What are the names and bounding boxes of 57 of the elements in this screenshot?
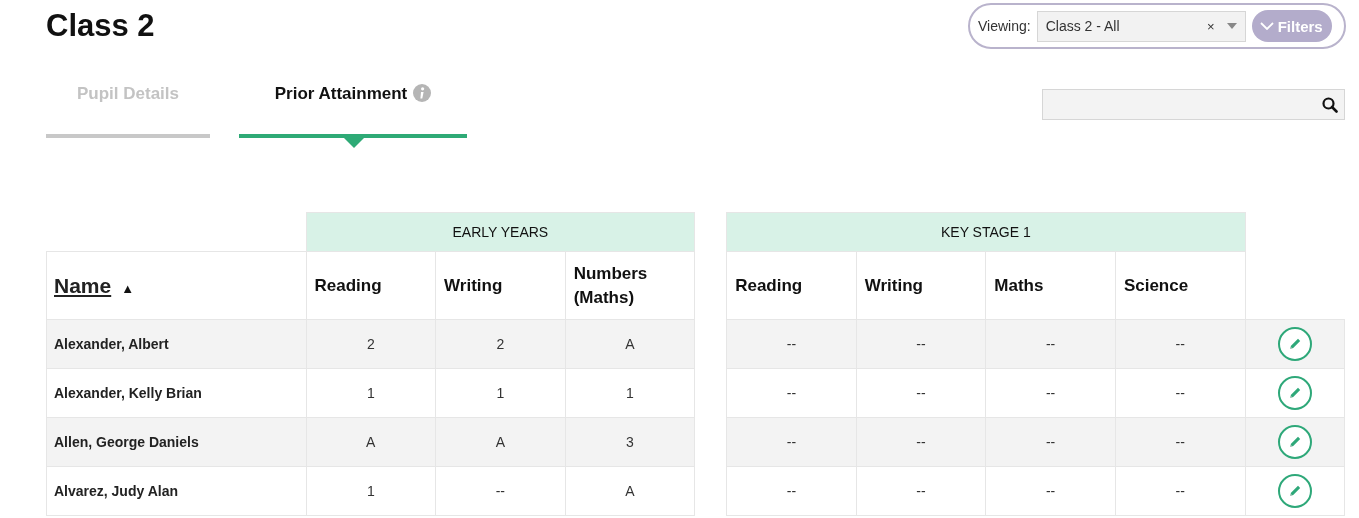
search-icon [1322,96,1338,113]
table-cell: -- [435,466,566,516]
class-select[interactable]: Class 2 - All × [1036,10,1246,42]
group-header: EARLY YEARS [306,212,695,252]
table-cell: Allen, George Daniels [46,417,306,467]
table-cell: -- [856,368,986,418]
table-cell: -- [726,466,857,516]
edit-button[interactable] [1277,376,1312,410]
table-cell: -- [1115,417,1245,467]
table-cell: Alexander, Kelly Brian [46,368,306,418]
page-title: Class 2 [46,8,155,44]
table-cell: -- [985,417,1116,467]
group-header: KEY STAGE 1 [726,212,1245,252]
table-cell: 1 [435,368,566,418]
table-cell: -- [856,466,986,516]
table-cell: -- [1115,319,1245,369]
column-header: Reading [306,251,436,320]
table-cell: 2 [306,319,436,369]
table-cell: 1 [306,466,436,516]
table-cell: -- [856,319,986,369]
column-header: Reading [726,251,857,320]
table-cell: -- [726,417,857,467]
search-field[interactable] [1042,89,1345,120]
table-cell: -- [985,368,1116,418]
column-header: Writing [435,251,566,320]
table-cell: A [565,466,695,516]
table-cell: A [306,417,436,467]
table-cell: -- [985,319,1116,369]
table-cell: -- [1115,368,1245,418]
table-cell: -- [985,466,1116,516]
column-header: Numbers (Maths) [565,251,695,320]
column-header[interactable]: Name ▲ [46,251,306,320]
sort-indicator: ▲ [121,280,135,296]
caret-icon [1226,23,1237,29]
column-header: Science [1115,251,1245,320]
edit-button[interactable] [1277,474,1312,508]
select-value: Class 2 - All [1045,18,1121,34]
table-cell: -- [726,319,857,369]
edit-button[interactable] [1277,425,1312,459]
table-cell: Alexander, Albert [46,319,306,369]
table-cell: -- [856,417,986,467]
table-cell: 3 [565,417,695,467]
table-cell: Alvarez, Judy Alan [46,466,306,516]
viewing-label: Viewing: [978,18,1031,34]
table-cell: -- [1115,466,1245,516]
column-header: Writing [856,251,986,320]
table-cell: 2 [435,319,566,369]
sort-link[interactable]: Name [54,273,112,297]
chevron-icon [1259,22,1274,30]
table-cell: A [435,417,566,467]
table-cell: -- [726,368,857,418]
table-cell: 1 [565,368,695,418]
edit-button[interactable] [1277,327,1312,361]
clear-button[interactable]: × [1207,18,1215,34]
table-cell: A [565,319,695,369]
column-header: Maths [985,251,1116,320]
table-cell: 1 [306,368,436,418]
